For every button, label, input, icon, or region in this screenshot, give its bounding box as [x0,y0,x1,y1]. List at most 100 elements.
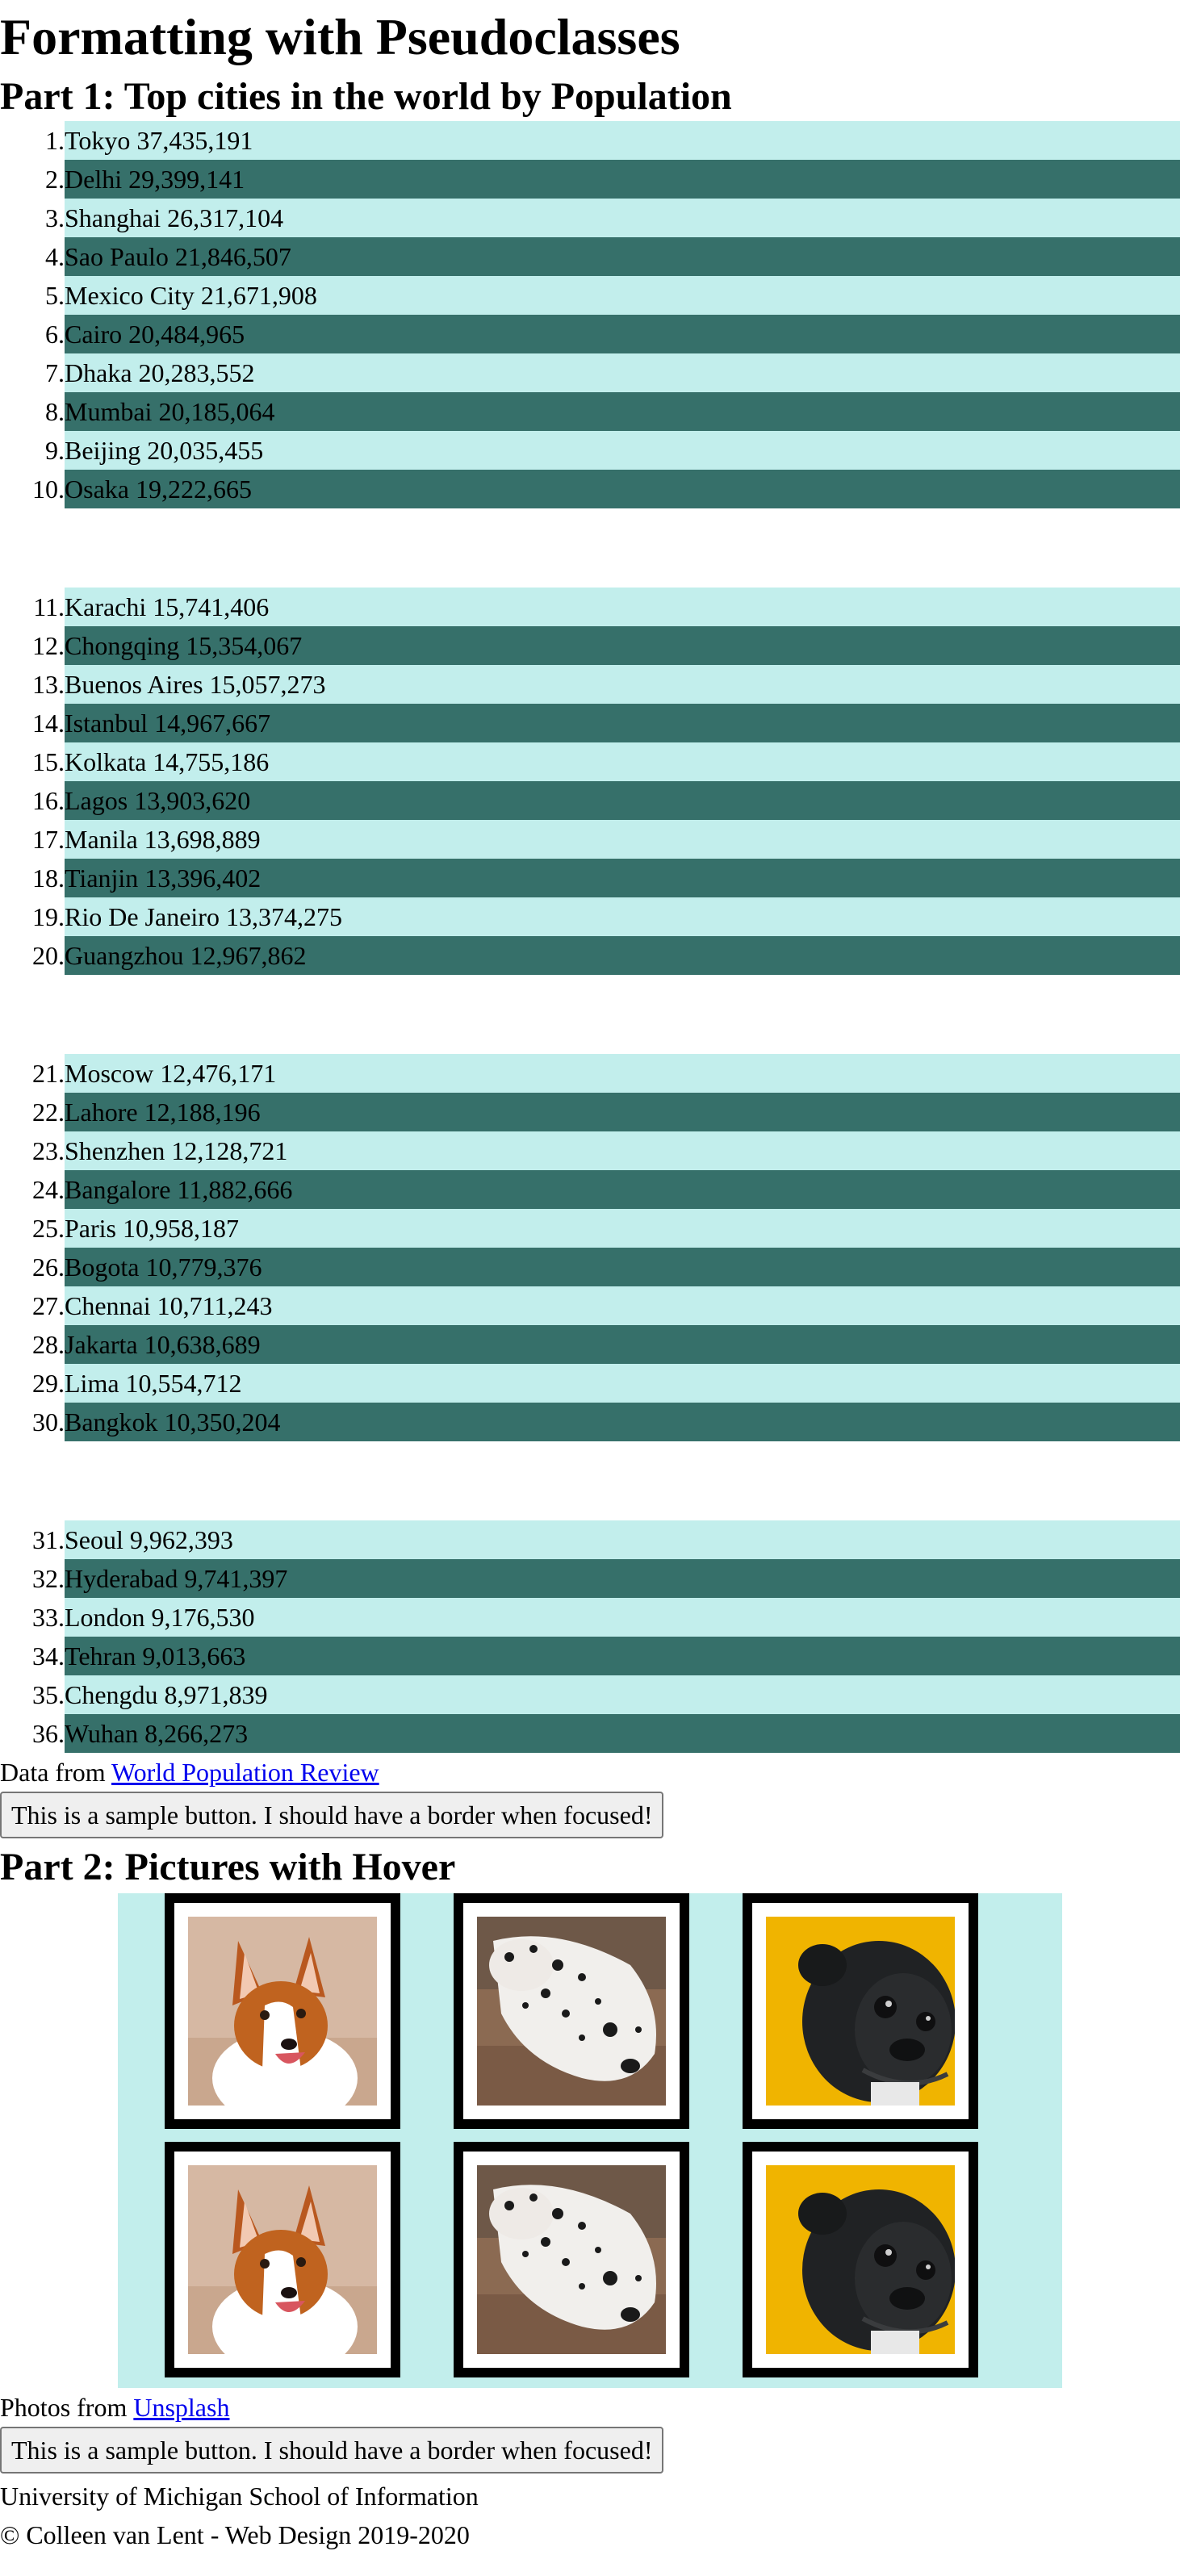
list-item-label: Wuhan 8,266,273 [65,1714,1180,1753]
list-item-label: Moscow 12,476,171 [65,1054,1180,1093]
list-item: 13. Buenos Aires 15,057,273 [0,665,1180,704]
list-item-number: 27. [32,1291,65,1320]
city-group: 11. Karachi 15,741,406 12. Chongqing 15,354… [0,588,1180,975]
list-item-number: 24. [32,1175,65,1204]
list-item-number: 12. [32,631,65,660]
list-item-number: 3. [45,203,65,232]
list-item: 30. Bangkok 10,350,204 [0,1403,1180,1441]
list-item-label: Tehran 9,013,663 [65,1637,1180,1675]
list-item-label: Osaka 19,222,665 [65,470,1180,508]
list-item: 16. Lagos 13,903,620 [0,781,1180,820]
list-item-label: Dhaka 20,283,552 [65,353,1180,392]
list-item-label: Guangzhou 12,967,862 [65,936,1180,975]
list-item: 11. Karachi 15,741,406 [0,588,1180,626]
list-item: 6. Cairo 20,484,965 [0,315,1180,353]
list-item-label: Jakarta 10,638,689 [65,1325,1180,1364]
list-item-label: Bangalore 11,882,666 [65,1170,1180,1209]
list-item-label: Seoul 9,962,393 [65,1520,1180,1559]
list-item-label: Buenos Aires 15,057,273 [65,665,1180,704]
data-source: Data from World Population Review [0,1753,1180,1792]
list-item: 10. Osaka 19,222,665 [0,470,1180,508]
photo-frame-corgi[interactable] [165,1893,400,2129]
list-item: 22. Lahore 12,188,196 [0,1093,1180,1131]
list-item-number: 14. [32,709,65,738]
list-item: 35. Chengdu 8,971,839 [0,1675,1180,1714]
list-item-label: Mumbai 20,185,064 [65,392,1180,431]
part2-heading: Part 2: Pictures with Hover [0,1846,456,1888]
list-item: 31. Seoul 9,962,393 [0,1520,1180,1559]
list-item-label: Sao Paulo 21,846,507 [65,237,1180,276]
photo-frame-dalmatian[interactable] [454,1893,689,2129]
pug-photo [766,1917,955,2106]
list-item: 27. Chennai 10,711,243 [0,1286,1180,1325]
photo-frame-pug[interactable] [743,2142,978,2377]
city-list: 1. Tokyo 37,435,191 2. Delhi 29,399,141 3. Sh… [0,121,1180,1753]
page-title: Formatting with Pseudoclasses [0,8,680,65]
list-item-number: 2. [45,165,65,194]
photo-source: Photos from Unsplash [0,2388,1180,2427]
photo-frame-corgi[interactable] [165,2142,400,2377]
list-item-label: Bangkok 10,350,204 [65,1403,1180,1441]
list-item: 18. Tianjin 13,396,402 [0,859,1180,897]
list-item-number: 26. [32,1252,65,1282]
list-item: 26. Bogota 10,779,376 [0,1248,1180,1286]
list-item-number: 11. [33,592,65,621]
list-item: 24. Bangalore 11,882,666 [0,1170,1180,1209]
list-item-number: 34. [32,1641,65,1671]
list-item: 36. Wuhan 8,266,273 [0,1714,1180,1753]
photo-source-link[interactable]: Unsplash [133,2393,229,2422]
list-item: 9. Beijing 20,035,455 [0,431,1180,470]
list-item-number: 35. [32,1680,65,1709]
list-item: 4. Sao Paulo 21,846,507 [0,237,1180,276]
list-item: 12. Chongqing 15,354,067 [0,626,1180,665]
list-item-label: Lahore 12,188,196 [65,1093,1180,1131]
data-source-link[interactable]: World Population Review [111,1758,379,1787]
list-item-number: 8. [45,397,65,426]
corgi-photo [188,2165,377,2354]
list-item-number: 21. [32,1059,65,1088]
list-item-number: 31. [32,1525,65,1554]
list-item: 7. Dhaka 20,283,552 [0,353,1180,392]
footer-school: University of Michigan School of Informa… [0,2482,479,2511]
list-item-number: 10. [32,475,65,504]
list-item: 8. Mumbai 20,185,064 [0,392,1180,431]
list-item-label: Rio De Janeiro 13,374,275 [65,897,1180,936]
list-item-number: 25. [32,1214,65,1243]
list-item-number: 13. [32,670,65,699]
list-item: 23. Shenzhen 12,128,721 [0,1131,1180,1170]
pug-photo [766,2165,955,2354]
list-item-number: 1. [45,126,65,155]
list-item-number: 6. [45,320,65,349]
list-item-label: Chongqing 15,354,067 [65,626,1180,665]
list-item-label: Beijing 20,035,455 [65,431,1180,470]
list-item-number: 5. [45,281,65,310]
list-item: 15. Kolkata 14,755,186 [0,742,1180,781]
list-item: 17. Manila 13,698,889 [0,820,1180,859]
list-item: 32. Hyderabad 9,741,397 [0,1559,1180,1598]
list-item-number: 19. [32,902,65,931]
list-item: 5. Mexico City 21,671,908 [0,276,1180,315]
list-item-label: London 9,176,530 [65,1598,1180,1637]
footer-copyright: © Colleen van Lent - Web Design 2019-202… [0,2520,470,2549]
list-item-label: Hyderabad 9,741,397 [65,1559,1180,1598]
list-item-number: 16. [32,786,65,815]
sample-button-2[interactable]: This is a sample button. I should have a… [0,2427,664,2474]
city-group: 31. Seoul 9,962,393 32. Hyderabad 9,741,397… [0,1520,1180,1753]
list-item: 25. Paris 10,958,187 [0,1209,1180,1248]
sample-button-1[interactable]: This is a sample button. I should have a… [0,1792,664,1838]
list-item-number: 32. [32,1564,65,1593]
list-item: 1. Tokyo 37,435,191 [0,121,1180,160]
photo-frame-dalmatian[interactable] [454,2142,689,2377]
photo-source-prefix: Photos from [0,2393,134,2422]
data-source-prefix: Data from [0,1758,112,1787]
list-item-label: Paris 10,958,187 [65,1209,1180,1248]
list-item-label: Tokyo 37,435,191 [65,121,1180,160]
list-item-number: 29. [32,1369,65,1398]
list-item: 28. Jakarta 10,638,689 [0,1325,1180,1364]
list-item: 14. Istanbul 14,967,667 [0,704,1180,742]
list-item-number: 23. [32,1136,65,1165]
photo-frame-pug[interactable] [743,1893,978,2129]
list-item-label: Lagos 13,903,620 [65,781,1180,820]
list-item-number: 7. [45,358,65,387]
list-item-label: Istanbul 14,967,667 [65,704,1180,742]
